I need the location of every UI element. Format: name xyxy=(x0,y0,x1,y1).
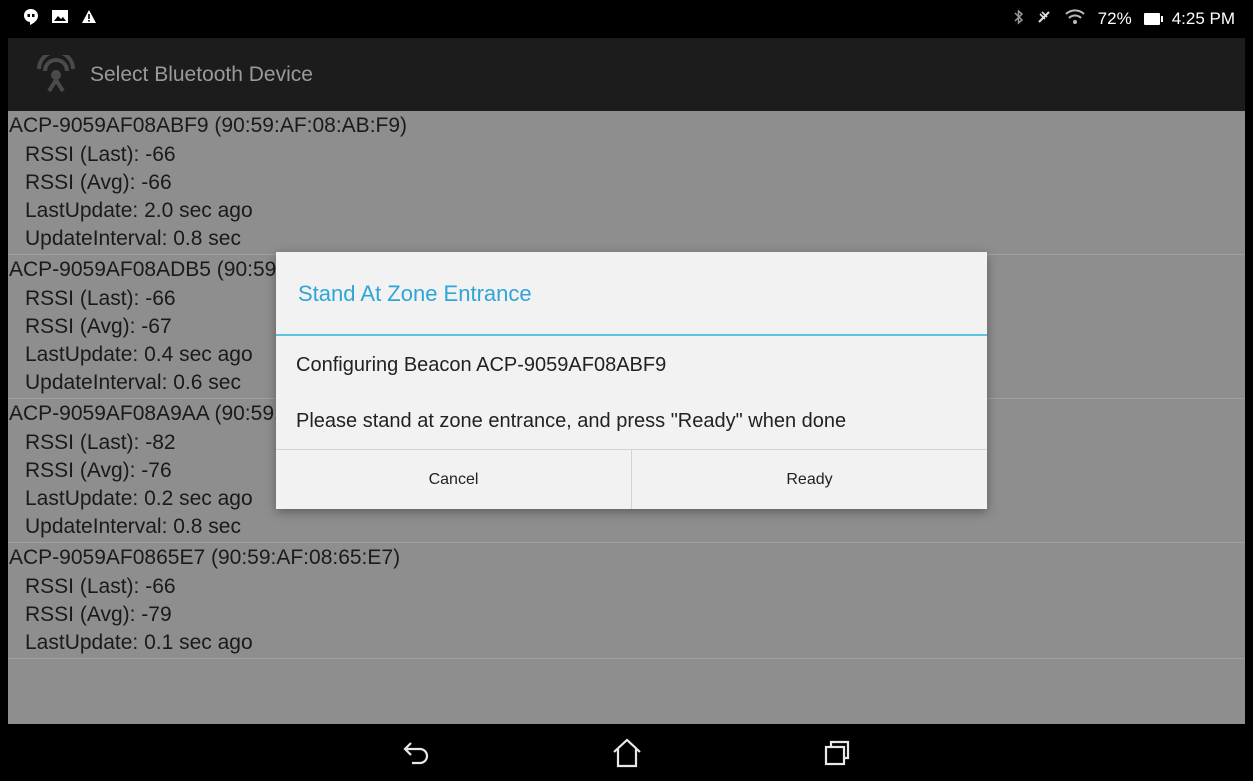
cancel-button[interactable]: Cancel xyxy=(276,450,631,509)
bluetooth-icon xyxy=(1014,8,1024,30)
update-interval: UpdateInterval: 0.8 sec xyxy=(25,227,241,250)
notification-icons xyxy=(8,8,96,30)
dialog-button-bar: Cancel Ready xyxy=(276,449,987,509)
silent-icon xyxy=(1036,9,1052,30)
last-update: LastUpdate: 0.1 sec ago xyxy=(25,631,253,654)
zone-entrance-dialog: Stand At Zone Entrance Configuring Beaco… xyxy=(276,252,987,509)
system-status: 72% 4:25 PM xyxy=(1014,8,1245,30)
dialog-message-instructions: Please stand at zone entrance, and press… xyxy=(296,410,847,432)
page-title: Select Bluetooth Device xyxy=(90,62,313,86)
list-item[interactable]: ACP-9059AF0865E7 (90:59:AF:08:65:E7) RSS… xyxy=(8,543,1245,659)
wifi-icon xyxy=(1064,8,1086,30)
rssi-last: RSSI (Last): -66 xyxy=(25,143,176,166)
rssi-last: RSSI (Last): -66 xyxy=(25,575,176,598)
dialog-body: Configuring Beacon ACP-9059AF08ABF9 Plea… xyxy=(276,336,987,448)
hangouts-icon xyxy=(23,8,38,30)
warning-icon xyxy=(82,10,96,28)
action-bar: Select Bluetooth Device xyxy=(8,38,1245,111)
update-interval: UpdateInterval: 0.8 sec xyxy=(25,515,241,538)
last-update: LastUpdate: 2.0 sec ago xyxy=(25,199,253,222)
battery-percent: 72% xyxy=(1097,9,1132,28)
back-icon[interactable] xyxy=(387,724,447,781)
rssi-avg: RSSI (Avg): -79 xyxy=(25,603,172,626)
ready-button[interactable]: Ready xyxy=(631,450,987,509)
device-name: ACP-9059AF08ABF9 (90:59:AF:08:AB:F9) xyxy=(9,114,408,137)
dialog-title: Stand At Zone Entrance xyxy=(276,252,987,336)
device-name: ACP-9059AF0865E7 (90:59:AF:08:65:E7) xyxy=(9,546,401,569)
list-item[interactable]: ACP-9059AF08ABF9 (90:59:AF:08:AB:F9) RSS… xyxy=(8,111,1245,255)
dialog-message-configuring: Configuring Beacon ACP-9059AF08ABF9 xyxy=(296,354,667,376)
battery-icon xyxy=(1143,13,1163,25)
navigation-bar xyxy=(8,724,1245,781)
app-logo-icon[interactable] xyxy=(30,49,82,101)
recents-icon[interactable] xyxy=(807,724,867,781)
home-icon[interactable] xyxy=(597,724,657,781)
rssi-avg: RSSI (Avg): -66 xyxy=(25,171,172,194)
gallery-icon xyxy=(52,10,68,28)
status-bar: 72% 4:25 PM xyxy=(8,0,1245,38)
clock: 4:25 PM xyxy=(1171,9,1235,28)
